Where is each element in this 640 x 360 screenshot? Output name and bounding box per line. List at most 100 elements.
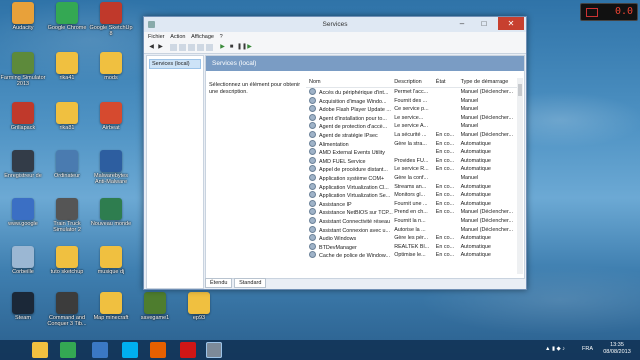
desktop-icon[interactable]: ep93 xyxy=(176,292,222,321)
service-name: Cache de police de Window... xyxy=(306,251,393,260)
service-row[interactable]: Cache de police de Window... Optimise le.… xyxy=(306,251,520,260)
desktop-icon[interactable]: Google SketchUp 8 xyxy=(88,2,134,37)
service-row[interactable]: Alimentation Gère la stra... En co... Autom… xyxy=(306,139,520,149)
service-row[interactable]: Assistant Connectivité réseau Fournit la … xyxy=(306,216,520,226)
service-row[interactable]: BTDevManager REALTEK Bl... En co... Automat… xyxy=(306,242,520,252)
service-state: En co... xyxy=(435,200,455,207)
taskbar-services-icon[interactable] xyxy=(206,342,222,358)
language-indicator[interactable]: FRA xyxy=(582,346,593,352)
stop-icon[interactable]: ■ xyxy=(228,44,235,51)
service-row[interactable]: Appel de procédure distant... Le service … xyxy=(306,165,520,174)
desktop-icon[interactable]: tuto sketchup xyxy=(44,246,90,275)
desktop-icon[interactable]: Airbeat xyxy=(88,102,134,131)
tree-item-services-local[interactable]: Services (local) xyxy=(149,59,201,69)
desktop-icon[interactable]: www.google xyxy=(0,198,46,227)
start-icon[interactable]: ▶ xyxy=(219,44,226,51)
service-description: Provides FU... xyxy=(394,157,429,164)
desktop-icon[interactable]: musique dj xyxy=(88,246,134,275)
service-row[interactable]: Application Virtualization Se... Monitors… xyxy=(306,191,520,200)
service-name: Assistance NetBIOS sur TCP... xyxy=(306,208,393,217)
column-name[interactable]: Nom xyxy=(306,78,393,87)
desktop-icon[interactable]: rika41 xyxy=(44,52,90,81)
service-row[interactable]: Acquisition d'image Windo... Fournit des … xyxy=(306,96,520,106)
gear-icon xyxy=(309,130,316,138)
list-header: Nom Description État Type de démarrage xyxy=(306,78,520,88)
scrollbar-thumb[interactable] xyxy=(518,84,522,96)
services-window: Services – □ ✕ Fichier Action Affichage … xyxy=(143,16,527,290)
desktop-icon[interactable]: Corbeille xyxy=(0,246,46,275)
desktop-icon-label: Google Chrome xyxy=(47,25,87,31)
taskbar-windows-live-icon[interactable] xyxy=(92,342,108,358)
desktop-icon-label: Map minecraft xyxy=(93,315,129,321)
service-description: Gère la conf... xyxy=(394,174,429,181)
service-row[interactable]: AMD External Events Utility En co... Autom… xyxy=(306,148,520,157)
toolbar: ◀ ▶ ▶ ■ ❚❚ ▶ xyxy=(144,42,526,54)
back-icon[interactable]: ◀ xyxy=(148,44,155,51)
show-tree-icon[interactable] xyxy=(170,44,177,51)
menu-help[interactable]: ? xyxy=(220,32,223,42)
desktop-icon[interactable]: Steam xyxy=(0,292,46,321)
desktop-icon[interactable]: Enregistreur de xyxy=(0,150,46,179)
menu-view[interactable]: Affichage xyxy=(191,32,214,42)
refresh-icon[interactable] xyxy=(188,44,195,51)
desktop-icon[interactable]: rika81 xyxy=(44,102,90,131)
tab-extended[interactable]: Étendu xyxy=(205,278,233,288)
taskbar-record-icon[interactable] xyxy=(180,342,196,358)
close-button[interactable]: ✕ xyxy=(498,17,524,30)
service-row[interactable]: Accès du périphérique d'int... Permet l'a… xyxy=(306,88,520,97)
menu-action[interactable]: Action xyxy=(170,32,185,42)
desktop-icon[interactable]: Farming Simulator 2013 xyxy=(0,52,46,87)
desktop-icon[interactable]: Train Truck Simulator 2 xyxy=(44,198,90,233)
service-state: En co... xyxy=(435,252,455,259)
service-row[interactable]: Assistance IP Fournit une ... En co... Auto… xyxy=(306,199,520,209)
gear-icon xyxy=(309,165,316,173)
taskbar-firefox-icon[interactable] xyxy=(150,342,166,358)
tray-icons[interactable]: ▲ ▮ ◆ ♪ xyxy=(545,346,565,352)
service-row[interactable]: Agent d'installation pour to... Le servic… xyxy=(306,113,520,123)
desktop-icon[interactable]: Ordinateur xyxy=(44,150,90,179)
tab-standard[interactable]: Standard xyxy=(234,278,267,288)
service-name: Appel de procédure distant... xyxy=(306,165,393,174)
column-state[interactable]: État xyxy=(435,78,460,87)
column-startup-type[interactable]: Type de démarrage xyxy=(460,78,520,87)
column-description[interactable]: Description xyxy=(393,78,435,87)
desktop-icon[interactable]: savegame1 xyxy=(132,292,178,321)
menu-file[interactable]: Fichier xyxy=(148,32,165,42)
service-row[interactable]: Assistant Connexion avec u... Autorise la… xyxy=(306,225,520,235)
gear-icon xyxy=(309,191,316,199)
service-row[interactable]: AMD FUEL Service Provides FU... En co... Au… xyxy=(306,156,520,166)
desktop-icon[interactable]: Command and Conquer 3 Tib... xyxy=(44,292,90,327)
desktop-icon[interactable]: Nouveau monde xyxy=(88,198,134,227)
service-state: En co... xyxy=(435,235,455,242)
gear-icon xyxy=(309,216,316,224)
service-row[interactable]: Assistance NetBIOS sur TCP... Prend en ch… xyxy=(306,208,520,217)
service-row[interactable]: Adobe Flash Player Update ... Ce service … xyxy=(306,105,520,114)
help-icon[interactable] xyxy=(206,44,213,51)
forward-icon[interactable]: ▶ xyxy=(157,44,164,51)
taskbar-file-explorer-icon[interactable] xyxy=(32,342,48,358)
gear-icon xyxy=(309,199,316,207)
taskbar-chrome-icon[interactable] xyxy=(60,342,76,358)
desktop-icon[interactable]: mods xyxy=(88,52,134,81)
service-row[interactable]: Application Virtualization Cl... Streams … xyxy=(306,182,520,192)
vertical-scrollbar[interactable] xyxy=(517,78,523,274)
maximize-button[interactable]: □ xyxy=(474,17,494,30)
desktop-icon[interactable]: Grillapack xyxy=(0,102,46,131)
service-row[interactable]: Application système COM+ Gère la conf... M… xyxy=(306,173,520,183)
desktop-icon[interactable]: Map minecraft xyxy=(88,292,134,321)
service-row[interactable]: Agent de protection d'accè... Le service … xyxy=(306,122,520,131)
desktop-icon[interactable]: Malwarebytes Anti-Malware xyxy=(88,150,134,185)
title-bar[interactable]: Services – □ ✕ xyxy=(144,17,526,32)
service-startup-type: Automatique xyxy=(460,166,491,173)
minimize-button[interactable]: – xyxy=(452,17,472,30)
desktop-icon[interactable]: Audacity xyxy=(0,2,46,31)
service-row[interactable]: Audio Windows Gère les pér... En co... Auto… xyxy=(306,234,520,243)
desktop-icon[interactable]: Google Chrome xyxy=(44,2,90,31)
pause-icon[interactable]: ❚❚ xyxy=(237,44,247,51)
export-icon[interactable] xyxy=(197,44,204,51)
restart-icon[interactable]: ▶ xyxy=(246,44,253,51)
list-icon[interactable] xyxy=(179,44,186,51)
taskbar-clock[interactable]: 13:35 08/08/2013 xyxy=(597,342,637,356)
taskbar-skype-icon[interactable] xyxy=(122,342,138,358)
service-row[interactable]: Agent de stratégie IPsec La sécurité ... E… xyxy=(306,130,520,140)
